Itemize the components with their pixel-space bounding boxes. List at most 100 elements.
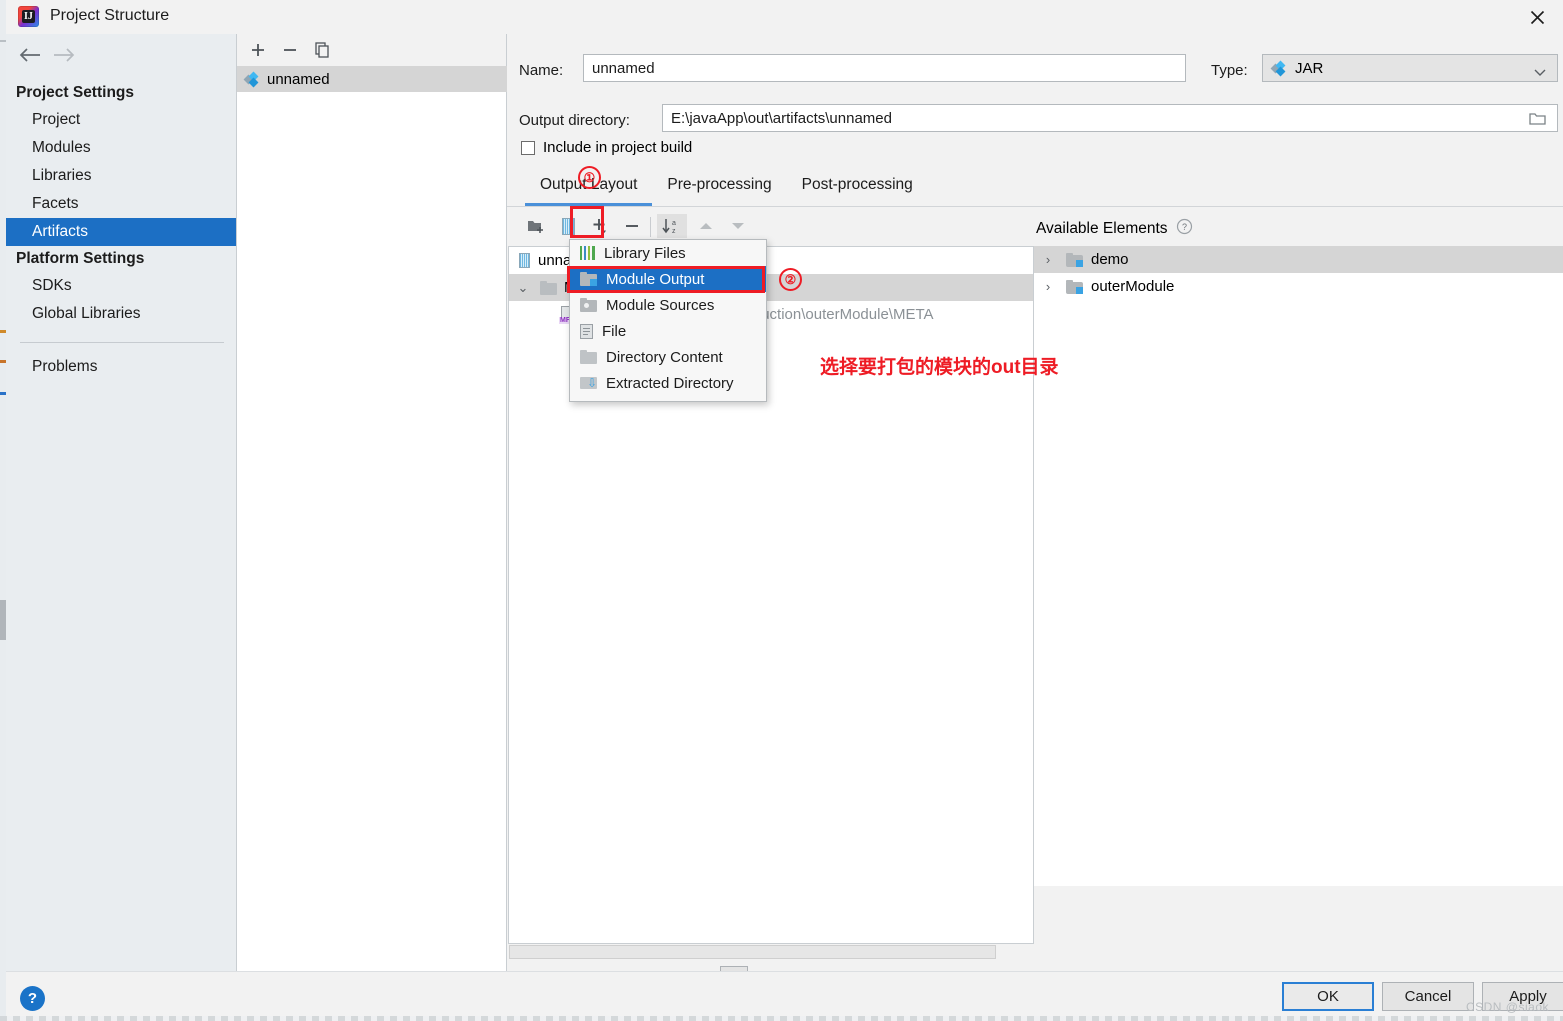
svg-text:a: a xyxy=(672,220,676,227)
arrow-right-icon[interactable] xyxy=(50,43,78,67)
add-artifact-button[interactable] xyxy=(245,38,271,62)
cancel-button[interactable]: Cancel xyxy=(1382,982,1474,1011)
menu-item-library-files[interactable]: Library Files xyxy=(570,240,766,266)
nav-group-platform-settings: Platform Settings xyxy=(16,250,145,267)
folder-icon xyxy=(540,280,557,295)
menu-item-label: Module Sources xyxy=(606,296,715,314)
jar-file-icon xyxy=(519,253,530,268)
name-label: Name: xyxy=(519,62,564,79)
file-icon xyxy=(580,323,593,339)
include-in-project-build-label: Include in project build xyxy=(543,139,693,156)
layout-tree-horizontal-scrollbar[interactable] xyxy=(509,945,996,959)
tab-output-layout[interactable]: Output Layout xyxy=(525,172,653,206)
available-elements-panel: Available Elements ? › demo › outerModul… xyxy=(1034,210,1563,944)
available-elements-list[interactable]: › demo › outerModule xyxy=(1034,246,1563,886)
artifacts-list-panel: unnamed xyxy=(237,34,514,971)
arrow-left-icon[interactable] xyxy=(16,43,44,67)
chevron-down-icon xyxy=(1534,64,1546,81)
sidebar-item-libraries[interactable]: Libraries xyxy=(6,162,236,190)
include-in-project-build-checkbox[interactable]: Include in project build xyxy=(521,139,692,156)
dialog-footer: ? OK Cancel Apply CSDN @siaok xyxy=(6,971,1563,1021)
module-icon xyxy=(1066,279,1083,294)
chevron-right-icon[interactable]: › xyxy=(1038,279,1058,294)
directory-icon xyxy=(580,350,597,364)
sidebar-item-modules[interactable]: Modules xyxy=(6,134,236,162)
artifact-details-panel: Name: unnamed Type: JAR Output directory… xyxy=(507,34,1563,992)
toolbar-separator xyxy=(650,217,651,237)
menu-item-extracted-directory[interactable]: ⇩ Extracted Directory xyxy=(570,370,766,396)
help-circle-icon[interactable]: ? xyxy=(1176,218,1193,240)
tab-post-processing[interactable]: Post-processing xyxy=(787,172,928,206)
logo-text: IJ xyxy=(24,11,33,22)
artifact-tabs: Output Layout Pre-processing Post-proces… xyxy=(525,172,928,206)
watermark: CSDN @siaok xyxy=(1465,1000,1549,1014)
chevron-up-icon[interactable] xyxy=(693,214,719,238)
add-element-button[interactable] xyxy=(587,214,613,238)
sidebar-item-problems[interactable]: Problems xyxy=(6,353,236,381)
intellij-logo-icon: IJ xyxy=(18,6,39,27)
sort-az-icon[interactable]: a z xyxy=(657,214,687,238)
output-directory-label: Output directory: xyxy=(519,112,630,129)
menu-item-label: Library Files xyxy=(604,244,686,262)
menu-item-file[interactable]: File xyxy=(570,318,766,344)
jar-artifact-icon xyxy=(1270,60,1287,76)
jar-artifact-icon xyxy=(243,71,260,87)
name-input-value: unnamed xyxy=(592,59,655,77)
list-item[interactable]: › outerModule xyxy=(1034,273,1563,300)
list-item-label: outerModule xyxy=(1091,278,1175,295)
checkbox-box xyxy=(521,140,535,155)
title-bar: IJ Project Structure xyxy=(6,0,1563,34)
sidebar-item-global-libraries[interactable]: Global Libraries xyxy=(6,300,236,328)
archive-icon[interactable] xyxy=(555,214,581,238)
type-select[interactable]: JAR xyxy=(1262,54,1558,82)
sidebar-item-sdks[interactable]: SDKs xyxy=(6,272,236,300)
menu-item-label: Extracted Directory xyxy=(606,374,734,392)
extracted-directory-icon: ⇩ xyxy=(580,376,597,391)
output-directory-input[interactable]: E:\javaApp\out\artifacts\unnamed xyxy=(662,104,1558,132)
window-title: Project Structure xyxy=(50,7,170,24)
sidebar-divider xyxy=(20,342,224,343)
close-icon[interactable] xyxy=(1511,0,1563,34)
library-files-icon xyxy=(580,246,595,260)
available-elements-label: Available Elements xyxy=(1036,220,1168,237)
remove-element-button[interactable] xyxy=(619,214,645,238)
artifact-list-item[interactable]: unnamed xyxy=(237,66,514,92)
list-item-label: demo xyxy=(1091,251,1129,268)
tab-pre-processing[interactable]: Pre-processing xyxy=(652,172,786,206)
sidebar-item-artifacts[interactable]: Artifacts xyxy=(6,218,236,246)
module-icon xyxy=(1066,252,1083,267)
nav-group-project-settings: Project Settings xyxy=(16,84,134,101)
list-item[interactable]: › demo xyxy=(1034,246,1563,273)
copy-artifact-icon[interactable] xyxy=(309,38,335,62)
menu-item-module-output[interactable]: Module Output xyxy=(570,266,766,292)
available-elements-header: Available Elements ? xyxy=(1036,218,1193,240)
folder-open-icon[interactable] xyxy=(1529,111,1547,130)
screen-bottom-edge xyxy=(0,1016,1563,1021)
help-button[interactable]: ? xyxy=(20,986,45,1011)
folder-add-icon[interactable] xyxy=(523,214,549,238)
ok-button[interactable]: OK xyxy=(1282,982,1374,1011)
svg-text:z: z xyxy=(672,228,676,235)
nav-history-controls xyxy=(14,40,114,70)
menu-item-label: Directory Content xyxy=(606,348,723,366)
add-element-popup-menu[interactable]: Library Files Module Output Module Sourc… xyxy=(569,239,767,402)
type-select-value: JAR xyxy=(1295,59,1324,77)
sidebar-item-facets[interactable]: Facets xyxy=(6,190,236,218)
artifacts-toolbar xyxy=(237,34,506,67)
menu-item-label: Module Output xyxy=(606,270,705,288)
name-input[interactable]: unnamed xyxy=(583,54,1186,82)
chevron-right-icon[interactable]: › xyxy=(1038,252,1058,267)
chevron-down-icon[interactable] xyxy=(725,214,751,238)
sidebar-item-project[interactable]: Project xyxy=(6,106,236,134)
type-label: Type: xyxy=(1211,62,1248,79)
project-structure-dialog: IJ Project Structure Project Settings Pr… xyxy=(0,0,1563,1021)
output-directory-value: E:\javaApp\out\artifacts\unnamed xyxy=(671,109,892,127)
artifact-list-item-label: unnamed xyxy=(267,70,330,88)
settings-sidebar: Project Settings Project Modules Librari… xyxy=(6,34,237,971)
menu-item-directory-content[interactable]: Directory Content xyxy=(570,344,766,370)
chevron-down-icon[interactable]: ⌄ xyxy=(513,280,533,296)
svg-text:?: ? xyxy=(1182,222,1187,232)
menu-item-module-sources[interactable]: Module Sources xyxy=(570,292,766,318)
module-sources-icon xyxy=(580,298,597,312)
remove-artifact-button[interactable] xyxy=(277,38,303,62)
